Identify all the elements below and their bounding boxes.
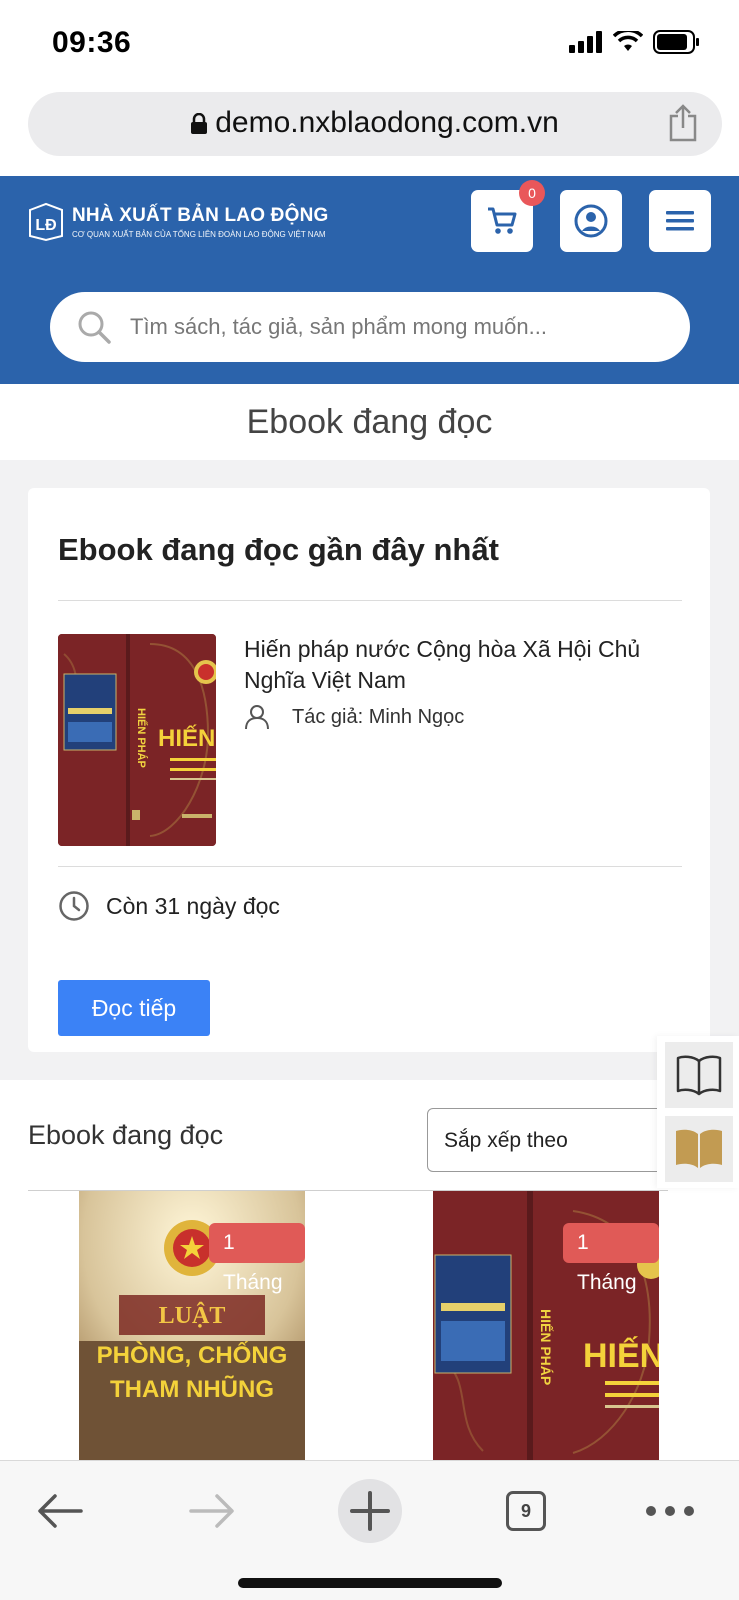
logo-mark-icon: LĐ xyxy=(29,202,63,242)
site-header: LĐ NHÀ XUẤT BẢN LAO ĐỘNG CƠ QUAN XUẤT BẢ… xyxy=(0,176,739,270)
menu-button[interactable] xyxy=(649,190,711,252)
days-left-text: Còn 31 ngày đọc xyxy=(106,892,280,919)
forward-button[interactable] xyxy=(182,1479,242,1543)
library-button[interactable] xyxy=(665,1116,733,1182)
search-input[interactable] xyxy=(130,292,670,362)
battery-icon xyxy=(653,30,699,54)
person-icon xyxy=(245,705,269,730)
author-text: Tác giả: Minh Ngọc xyxy=(292,705,465,728)
share-icon[interactable] xyxy=(668,104,698,142)
svg-text:LĐ: LĐ xyxy=(35,217,56,234)
recent-ebook-card: Ebook đang đọc gần đây nhất HIẾN PHÁP HI… xyxy=(28,488,710,1052)
book-title[interactable]: Hiến pháp nước Cộng hòa Xã Hội Chủ Nghĩa… xyxy=(244,634,684,696)
book-icon xyxy=(676,1129,722,1168)
search-box[interactable] xyxy=(50,292,690,362)
recent-section: Ebook đang đọc gần đây nhất HIẾN PHÁP HI… xyxy=(0,460,739,1080)
tab-count: 9 xyxy=(506,1491,546,1531)
cart-button[interactable]: 0 xyxy=(471,180,545,252)
duration-tag: 1 Tháng xyxy=(563,1223,659,1294)
floating-reading-tools xyxy=(657,1036,739,1188)
list-title: Ebook đang đọc xyxy=(28,1120,224,1150)
card-title: Ebook đang đọc gần đây nhất xyxy=(58,532,499,567)
wifi-icon xyxy=(613,31,643,51)
book-cover-art: HIẾN PHÁP HIẾN PHÁP xyxy=(58,634,216,846)
cover-line-2: PHÒNG, CHỐNG xyxy=(97,1341,288,1369)
book-open-icon xyxy=(676,1055,722,1096)
tabs-button[interactable]: 9 xyxy=(504,1479,548,1543)
cover-title: HIẾN PHÁP xyxy=(158,724,216,752)
account-button[interactable] xyxy=(560,190,622,252)
plus-icon xyxy=(338,1479,402,1543)
status-time: 09:36 xyxy=(52,26,132,59)
open-book-button[interactable] xyxy=(665,1042,733,1108)
search-icon xyxy=(78,311,111,344)
search-band xyxy=(0,270,739,384)
card-divider-top xyxy=(58,600,682,601)
back-button[interactable] xyxy=(30,1479,90,1543)
logo-title: NHÀ XUẤT BẢN LAO ĐỘNG xyxy=(72,205,329,226)
cover-spine-text: HIẾN PHÁP xyxy=(538,1309,554,1385)
sort-select[interactable]: Sắp xếp theo xyxy=(427,1108,667,1172)
ebook-list-section: Ebook đang đọc Sắp xếp theo LUẬT PHÒNG, … xyxy=(0,1080,739,1461)
cover-title: HIẾN xyxy=(583,1337,659,1375)
signal-icon xyxy=(569,31,602,53)
url-display[interactable]: demo.nxblaodong.com.vn xyxy=(28,106,722,140)
sort-label: Sắp xếp theo xyxy=(444,1129,568,1152)
book-cover[interactable]: HIẾN PHÁP HIẾN PHÁP xyxy=(58,634,216,846)
arrow-left-icon xyxy=(38,1494,83,1528)
logo-subtitle: CƠ QUAN XUẤT BẢN CỦA TỔNG LIÊN ĐOÀN LAO … xyxy=(72,230,326,239)
user-circle-icon xyxy=(574,204,608,238)
page-title: Ebook đang đọc xyxy=(246,403,493,441)
days-left-row: Còn 31 ngày đọc xyxy=(58,890,280,922)
address-bar[interactable]: demo.nxblaodong.com.vn xyxy=(28,92,722,156)
status-icons xyxy=(569,30,701,54)
arrow-right-icon xyxy=(189,1494,234,1528)
new-tab-button[interactable] xyxy=(337,1479,403,1543)
home-indicator[interactable] xyxy=(238,1578,502,1588)
hamburger-icon xyxy=(666,211,694,231)
site-logo[interactable]: LĐ NHÀ XUẤT BẢN LAO ĐỘNG CƠ QUAN XUẤT BẢ… xyxy=(26,202,328,242)
card-divider-bottom xyxy=(58,866,682,867)
page-title-bar: Ebook đang đọc xyxy=(0,384,739,460)
more-icon xyxy=(646,1506,694,1516)
cover-line-1: LUẬT xyxy=(159,1303,226,1329)
clock-icon xyxy=(59,891,89,921)
cart-icon xyxy=(488,207,517,234)
more-button[interactable] xyxy=(644,1479,696,1543)
cover-spine-text: HIẾN PHÁP xyxy=(135,708,148,768)
duration-tag: 1 Tháng xyxy=(209,1223,305,1294)
cover-line-3: THAM NHŨNG xyxy=(110,1375,274,1403)
list-item[interactable]: LUẬT PHÒNG, CHỐNG THAM NHŨNG 1 Tháng xyxy=(79,1191,305,1461)
url-text: demo.nxblaodong.com.vn xyxy=(215,106,559,139)
continue-reading-button[interactable]: Đọc tiếp xyxy=(58,980,210,1036)
cart-count-badge: 0 xyxy=(519,180,545,206)
status-bar: 09:36 xyxy=(0,0,739,88)
author-row: Tác giả: Minh Ngọc xyxy=(244,704,464,730)
lock-icon xyxy=(191,113,208,135)
list-item[interactable]: HIẾN PHÁP HIẾN 1 Tháng xyxy=(433,1191,659,1461)
